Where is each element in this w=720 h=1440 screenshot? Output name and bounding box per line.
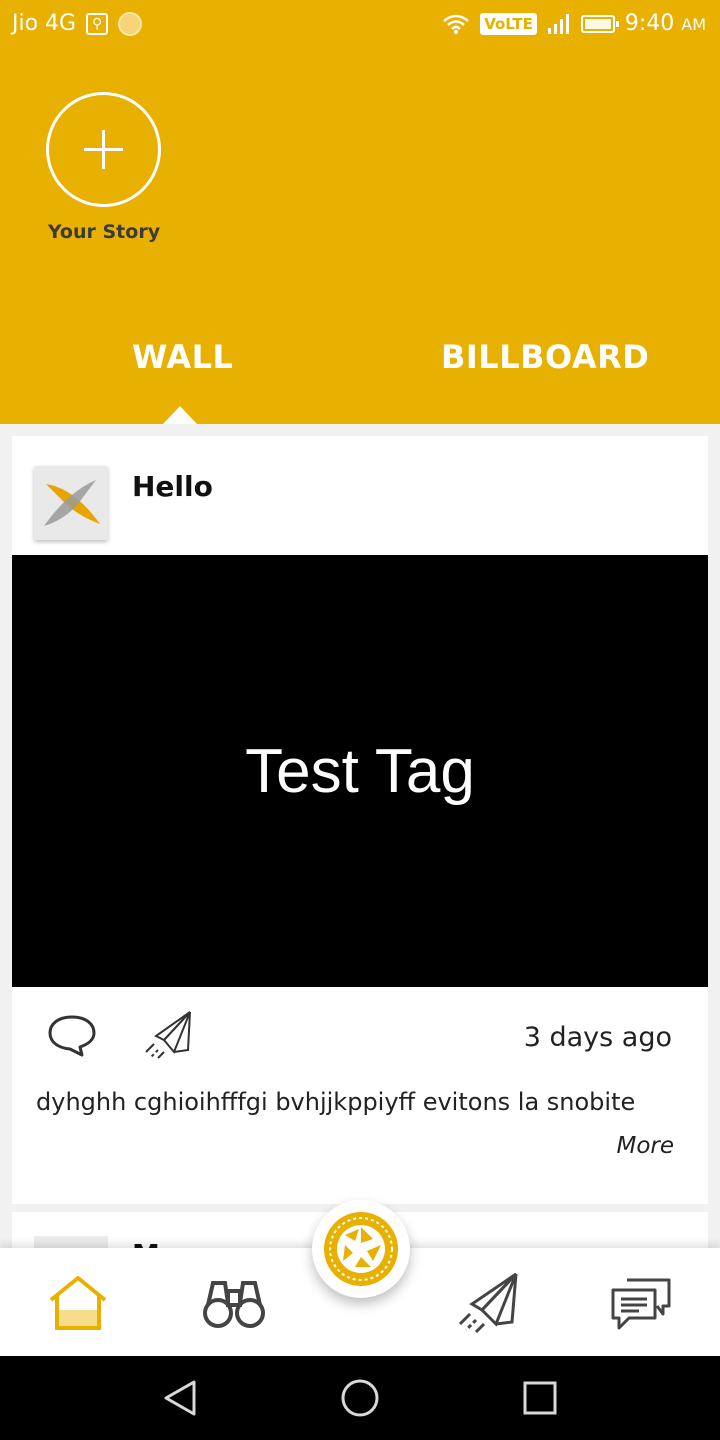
post-media[interactable]: Test Tag bbox=[12, 555, 708, 987]
nav-home[interactable] bbox=[43, 1268, 113, 1338]
tab-billboard[interactable]: BILLBOARD bbox=[441, 338, 649, 376]
camera-button[interactable] bbox=[312, 1200, 410, 1298]
clock-time: 9:40 bbox=[624, 11, 675, 36]
wifi-icon bbox=[443, 14, 469, 34]
plus-icon bbox=[84, 130, 123, 169]
your-story-label: Your Story bbox=[47, 221, 161, 243]
add-story-button[interactable] bbox=[46, 92, 161, 207]
nav-chat[interactable] bbox=[606, 1268, 676, 1338]
chat-icon bbox=[611, 1278, 671, 1330]
clock: 9:40 AM bbox=[625, 11, 706, 36]
tab-wall[interactable]: WALL bbox=[132, 338, 233, 376]
post-timestamp: 3 days ago bbox=[523, 1022, 672, 1053]
app-header: Jio 4G ⚲ VoLTE 9:40 AM Your Story WALL B… bbox=[0, 0, 720, 424]
back-icon[interactable] bbox=[158, 1376, 202, 1420]
comment-button[interactable] bbox=[46, 1012, 98, 1058]
volte-badge: VoLTE bbox=[480, 12, 537, 35]
carrier-label: Jio 4G bbox=[12, 11, 77, 36]
notification-icon bbox=[118, 11, 143, 36]
battery-icon bbox=[580, 14, 619, 33]
signal-icon bbox=[547, 13, 569, 34]
camera-aperture-icon bbox=[324, 1212, 398, 1286]
system-nav-bar bbox=[0, 1356, 720, 1440]
post-description: dyhghh cghioihfffgi bvhjjkppiyff evitons… bbox=[36, 1088, 636, 1116]
paper-plane-icon bbox=[458, 1272, 518, 1334]
avatar[interactable] bbox=[34, 466, 108, 540]
home-icon bbox=[49, 1276, 107, 1330]
nav-send[interactable] bbox=[452, 1268, 522, 1338]
binoculars-icon bbox=[203, 1281, 265, 1328]
share-button[interactable] bbox=[142, 1010, 194, 1060]
clock-ampm: AM bbox=[681, 15, 706, 34]
x-logo-icon bbox=[44, 480, 100, 526]
media-caption: Test Tag bbox=[245, 736, 475, 806]
home-system-icon[interactable] bbox=[338, 1376, 382, 1420]
more-link[interactable]: More bbox=[616, 1133, 674, 1159]
paper-plane-icon bbox=[145, 1011, 191, 1059]
status-bar: Jio 4G ⚲ VoLTE 9:40 AM bbox=[0, 0, 720, 50]
post-card: Hello Test Tag 3 days ago dyhghh cghioih… bbox=[12, 436, 708, 1204]
nav-explore[interactable] bbox=[199, 1268, 269, 1338]
comment-icon bbox=[48, 1015, 96, 1057]
usb-icon: ⚲ bbox=[86, 12, 109, 35]
post-title: Hello bbox=[132, 470, 213, 503]
recents-icon[interactable] bbox=[518, 1376, 562, 1420]
tab-indicator bbox=[163, 406, 197, 424]
